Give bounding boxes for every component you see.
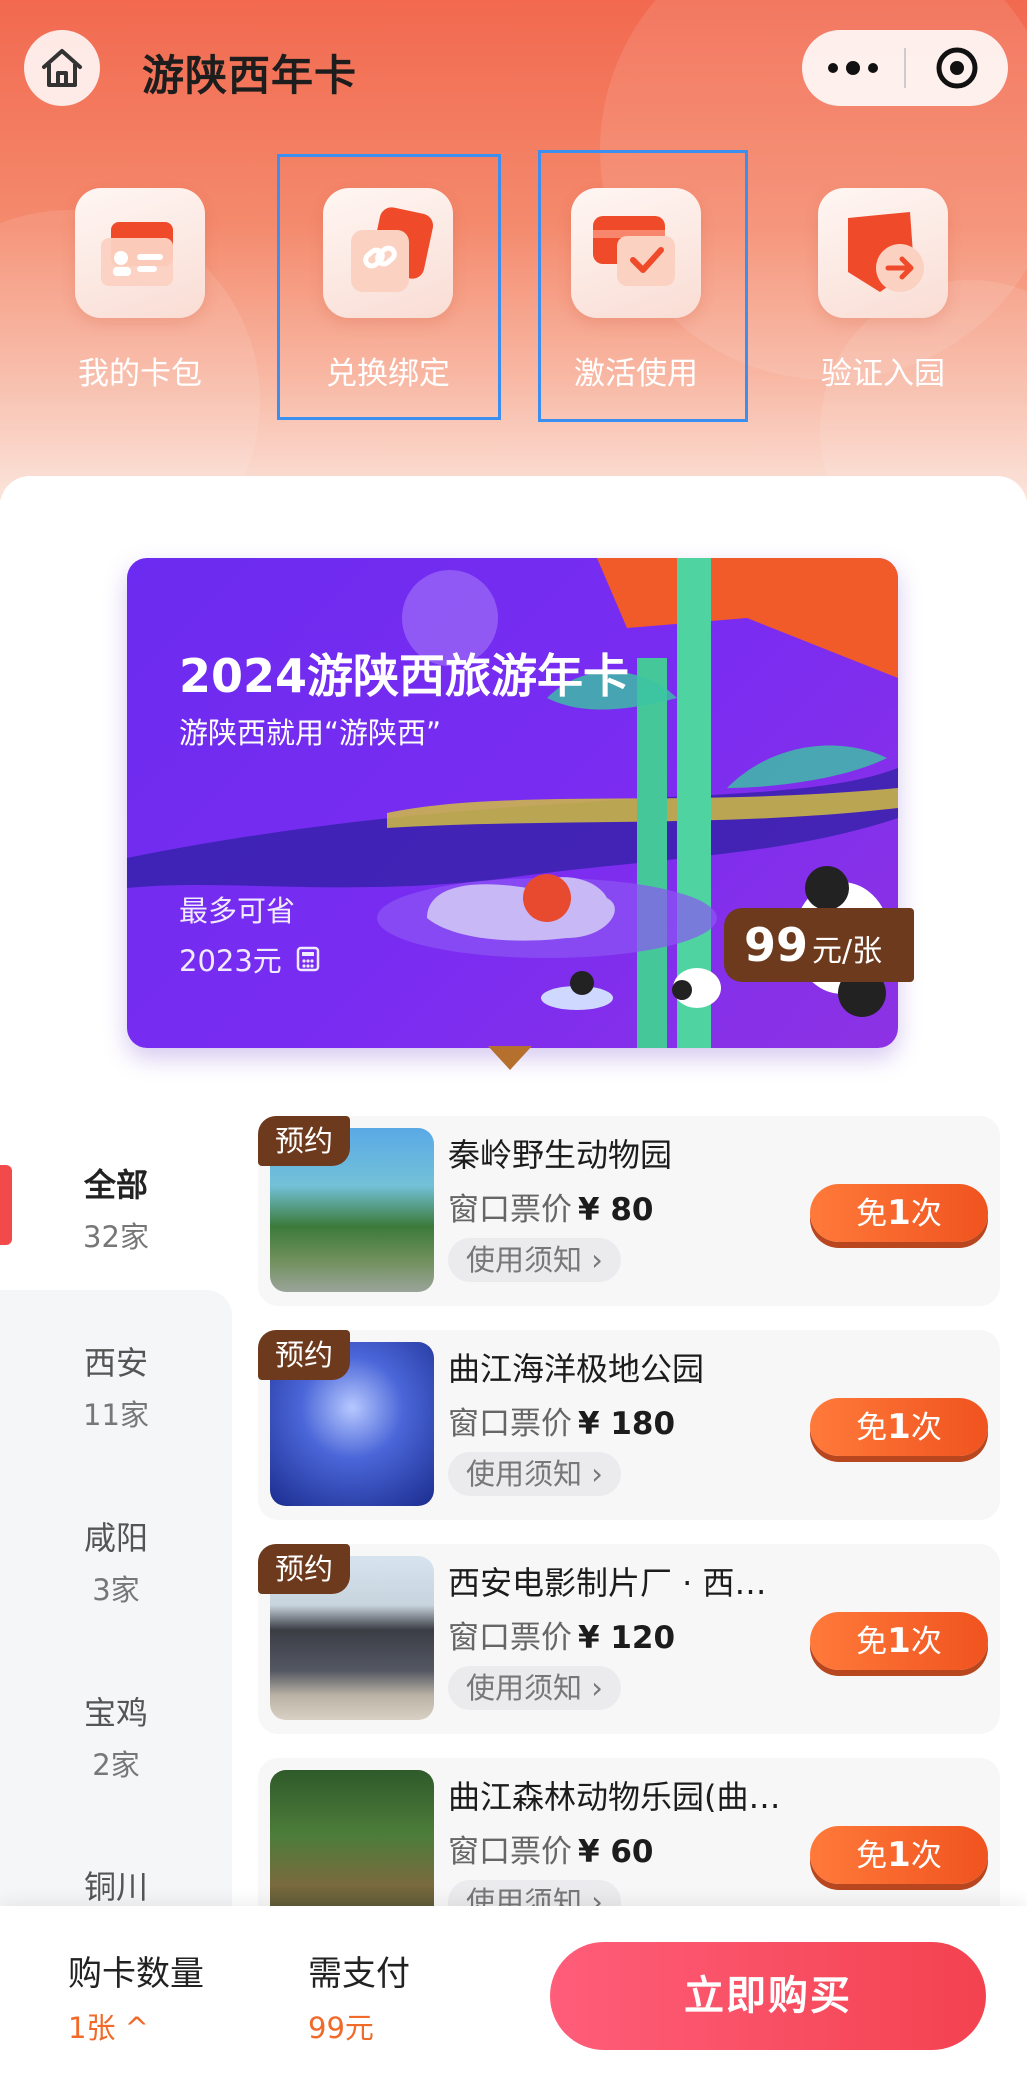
category-count: 32家 (83, 1220, 149, 1254)
quick-action-label: 我的卡包 (78, 356, 202, 392)
card-title: 2024游陕西旅游年卡 (179, 649, 630, 703)
usage-notes-button[interactable]: 使用须知 › (448, 1452, 621, 1496)
quick-action-verify[interactable]: 验证入园 (818, 188, 948, 393)
page: 游陕西年卡 我的卡包 兑换绑定 激活使用 验证入园 2024游陕西旅游年卡 游陕… (0, 0, 1027, 2087)
attraction-name: 西安电影制片厂 · 西… (448, 1564, 767, 1602)
quick-action-wallet[interactable]: 我的卡包 (75, 188, 205, 393)
window-price: 窗口票价 ¥ 80 (448, 1192, 654, 1228)
id-card-icon (75, 188, 205, 318)
attraction-name: 曲江海洋极地公园 (448, 1350, 705, 1388)
category-count: 11家 (83, 1398, 149, 1432)
more-button[interactable] (802, 30, 904, 106)
category-item-baoji[interactable]: 宝鸡 2家 (0, 1688, 232, 1784)
quantity-label: 购卡数量 (68, 1954, 204, 1994)
card-price-tag: 99 元/张 (724, 908, 914, 982)
card-save-row: 2023元 (179, 938, 320, 980)
category-name: 西安 (83, 1344, 148, 1382)
more-dots-icon (828, 63, 838, 73)
list-item[interactable]: 预约 西安电影制片厂 · 西… 窗口票价 ¥ 120 使用须知 › 免1次 (258, 1544, 1000, 1734)
category-count: 2家 (92, 1748, 140, 1782)
highlight-box-redeem (277, 154, 501, 420)
window-price: 窗口票价 ¥ 120 (448, 1620, 676, 1656)
target-close-icon (936, 47, 978, 89)
card-save-label: 最多可省 (179, 894, 296, 928)
reservation-badge: 预约 (258, 1544, 350, 1594)
reservation-badge: 预约 (258, 1330, 350, 1380)
list-item[interactable]: 预约 曲江海洋极地公园 窗口票价 ¥ 180 使用须知 › 免1次 (258, 1330, 1000, 1520)
window-price: 窗口票价 ¥ 60 (448, 1834, 654, 1870)
category-name: 铜川 (83, 1868, 148, 1906)
list-item[interactable]: 预约 秦岭野生动物园 窗口票价 ¥ 80 使用须知 › 免1次 (258, 1116, 1000, 1306)
close-button[interactable] (906, 30, 1008, 106)
category-name: 宝鸡 (83, 1694, 148, 1732)
card-subtitle: 游陕西就用“游陕西” (179, 716, 442, 750)
payment-label: 需支付 (308, 1954, 410, 1994)
category-item-xian[interactable]: 西安 11家 (0, 1338, 232, 1434)
purchase-bar: 购卡数量 1张 ^ 需支付 99元 立即购买 (0, 1906, 1027, 2087)
category-count: 3家 (92, 1573, 140, 1607)
category-name: 咸阳 (83, 1519, 148, 1557)
highlight-box-activate (538, 150, 748, 422)
free-once-badge: 免1次 (810, 1612, 988, 1670)
payment-value: 99元 (308, 2011, 374, 2045)
quantity-selector[interactable]: 购卡数量 1张 ^ (68, 1946, 204, 2047)
card-pointer (488, 1046, 532, 1070)
window-price: 窗口票价 ¥ 180 (448, 1406, 676, 1442)
free-once-badge: 免1次 (810, 1398, 988, 1456)
free-once-badge: 免1次 (810, 1826, 988, 1884)
category-name: 全部 (83, 1166, 148, 1204)
category-item-tongchuan[interactable]: 铜川 (0, 1862, 232, 1908)
category-item-xianyang[interactable]: 咸阳 3家 (0, 1513, 232, 1609)
card-save-value: 2023元 (179, 944, 282, 978)
buy-now-button[interactable]: 立即购买 (550, 1942, 986, 2050)
quantity-value: 1张 ^ (68, 2011, 149, 2045)
price-number: 99 (744, 918, 809, 972)
usage-notes-button[interactable]: 使用须知 › (448, 1666, 621, 1710)
category-item-all[interactable]: 全部 32家 (0, 1160, 232, 1256)
usage-notes-button[interactable]: 使用须知 › (448, 1238, 621, 1282)
price-unit: 元/张 (812, 934, 883, 969)
attraction-name: 秦岭野生动物园 (448, 1136, 673, 1174)
payment-summary: 需支付 99元 (308, 1946, 410, 2047)
enter-arrow-icon (818, 188, 948, 318)
reservation-badge: 预约 (258, 1116, 350, 1166)
attraction-name: 曲江森林动物乐园(曲… (448, 1778, 781, 1816)
home-button[interactable] (24, 30, 100, 106)
quick-action-label: 验证入园 (821, 356, 945, 392)
free-once-badge: 免1次 (810, 1184, 988, 1242)
mini-program-capsule (802, 30, 1008, 106)
page-title: 游陕西年卡 (142, 51, 358, 100)
calculator-icon[interactable] (296, 946, 320, 972)
home-icon (42, 49, 82, 87)
